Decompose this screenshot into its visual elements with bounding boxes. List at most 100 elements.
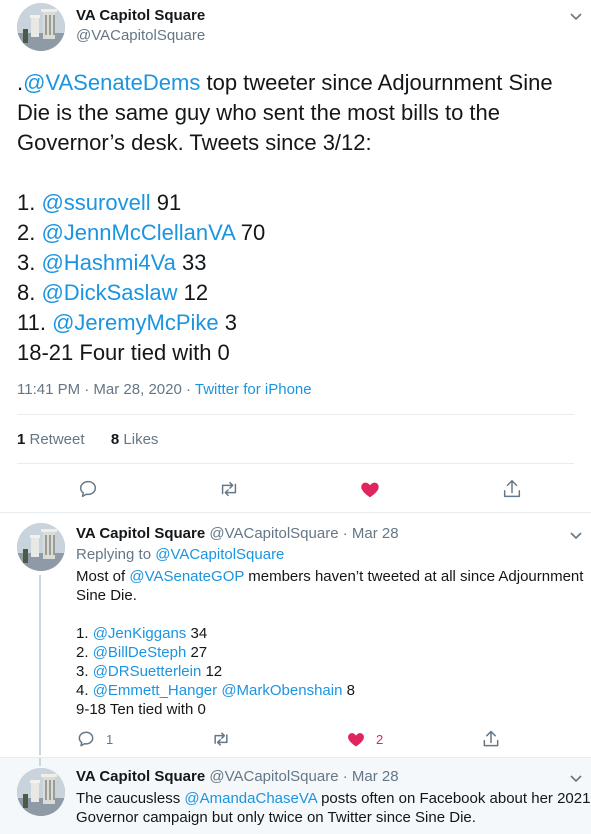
mention-link[interactable]: @VASenateDems [23,70,200,95]
author-handle[interactable]: @VACapitolSquare [209,525,338,542]
text-segment: 8. [17,280,42,305]
more-options-button[interactable] [568,770,584,786]
text-segment: Governor’s desk. Tweets since 3/12: [17,130,372,155]
avatar[interactable] [17,768,65,816]
author-name[interactable]: VA Capitol Square [76,768,205,785]
mention-link[interactable]: @JeremyMcPike [52,310,219,335]
mention-link[interactable]: @AmandaChaseVA [184,790,317,807]
text-segment: The caucusless [76,790,185,807]
retweet-icon [214,732,228,746]
mention-link[interactable]: @DickSaslaw [41,280,177,305]
text-line: The caucusless @AmandaChaseVA posts ofte… [76,789,590,808]
author-handle[interactable]: @VACapitolSquare [76,27,205,44]
text-segment: 18-21 Four tied with 0 [17,340,230,365]
text-segment: 3. [17,250,42,275]
timestamp[interactable]: 11:41 PM · Mar 28, 2020 · [17,381,195,398]
reply-text: Most of @VASenateGOP members haven’t twe… [76,567,584,719]
tweet-text: .@VASenateDems top tweeter since Adjourn… [17,68,577,368]
text-segment: 9-18 Ten tied with 0 [76,701,206,718]
reply-text: The caucusless @AmandaChaseVA posts ofte… [76,789,590,827]
text-line: Sine Die. [76,586,582,605]
text-line: 9-18 Ten tied with 0 [76,700,582,719]
text-line: 2. @BillDeSteph 27 [76,643,582,662]
text-line: 11. @JeremyMcPike 3 [17,308,577,338]
reply-button[interactable]: 1 [76,729,113,749]
like-label: Likes [119,431,159,448]
mention-link[interactable]: @BillDeSteph [93,644,187,661]
share-button[interactable] [501,478,523,500]
mention-link[interactable]: @JenKiggans [93,625,187,642]
retweet-button[interactable] [211,729,231,749]
mention-link[interactable]: @ssurovell [41,190,150,215]
avatar-image [17,523,65,571]
text-segment: 34 [186,625,208,642]
text-line: 4. @Emmett_Hanger @MarkObenshain 8 [76,681,582,700]
mention-link[interactable]: @DRSuetterlein [93,663,202,680]
text-line: Governor’s desk. Tweets since 3/12: [17,128,577,158]
chevron-down-icon [570,13,582,21]
tweet-meta: 11:41 PM · Mar 28, 2020 · Twitter for iP… [17,381,312,398]
replying-to-handle[interactable]: @VACapitolSquare [155,546,284,563]
text-segment: 3. [76,663,93,680]
text-segment: members haven’t tweeted at all since Adj… [244,568,584,585]
text-segment: Most of [76,568,130,585]
reply-button[interactable] [77,478,99,500]
reply-header: VA Capitol Square @VACapitolSquare · Mar… [76,525,399,542]
text-segment: 70 [234,220,266,245]
text-segment: 12 [177,280,209,305]
share-button[interactable] [481,729,501,749]
text-segment: 12 [201,663,223,680]
text-line: Governor campaign but only twice on Twit… [76,808,582,827]
chevron-down-icon [570,532,582,540]
like-count: 8 [110,431,120,448]
author-name[interactable]: VA Capitol Square [76,7,205,24]
text-line: Most of @VASenateGOP members haven’t twe… [76,567,584,586]
like-stat[interactable]: 8 Likes [111,431,159,448]
text-segment: Die is the same guy who sent the most bi… [17,100,501,125]
share-icon [483,730,499,747]
mention-link[interactable]: @JennMcClellanVA [41,220,234,245]
text-segment: top tweeter since Adjournment Sine [200,70,553,95]
text-line [17,158,577,188]
text-line: 3. @Hashmi4Va 33 [17,248,577,278]
like-button[interactable]: 2 [346,729,383,749]
text-segment: Governor campaign but only twice on Twit… [76,809,476,826]
mention-link[interactable]: @VASenateGOP [129,568,244,585]
tweet-date[interactable]: · Mar 28 [339,525,399,542]
mention-link[interactable]: @Hashmi4Va [41,250,175,275]
text-segment: 1. [76,625,93,642]
avatar[interactable] [17,523,65,571]
tweet-stats: 1 Retweet 8 Likes [17,431,158,448]
text-segment: 33 [175,250,207,275]
avatar[interactable] [17,3,65,51]
divider [17,463,574,464]
like-button[interactable] [359,478,381,500]
text-line: 1. @ssurovell 91 [17,188,577,218]
tweet-actions [0,474,591,504]
mention-link[interactable]: @MarkObenshain [221,682,342,699]
text-segment: Sine Die. [76,587,137,604]
text-line: Die is the same guy who sent the most bi… [17,98,577,128]
text-segment: posts often on Facebook about her 2021 [316,790,591,807]
more-options-button[interactable] [568,527,584,543]
text-line: 3. @DRSuetterlein 12 [76,662,582,681]
text-segment: 91 [150,190,182,215]
text-line: .@VASenateDems top tweeter since Adjourn… [17,68,577,98]
reply-header: VA Capitol Square @VACapitolSquare · Mar… [76,768,399,785]
like-count: 2 [376,731,384,747]
text-segment: 2. [76,644,93,661]
author-name[interactable]: VA Capitol Square [76,525,205,542]
text-segment: 8 [342,682,355,699]
retweet-stat[interactable]: 1 Retweet [17,431,85,448]
text-line [76,605,582,624]
retweet-button[interactable] [218,478,240,500]
avatar-image [17,768,65,816]
thread-line [39,575,41,755]
tweet-date[interactable]: · Mar 28 [339,768,399,785]
text-line: 1. @JenKiggans 34 [76,624,582,643]
more-options-button[interactable] [568,8,584,24]
author-handle[interactable]: @VACapitolSquare [209,768,338,785]
mention-link[interactable]: @Emmett_Hanger [93,682,217,699]
tweet-source[interactable]: Twitter for iPhone [195,381,312,398]
reply-count: 1 [106,731,114,747]
